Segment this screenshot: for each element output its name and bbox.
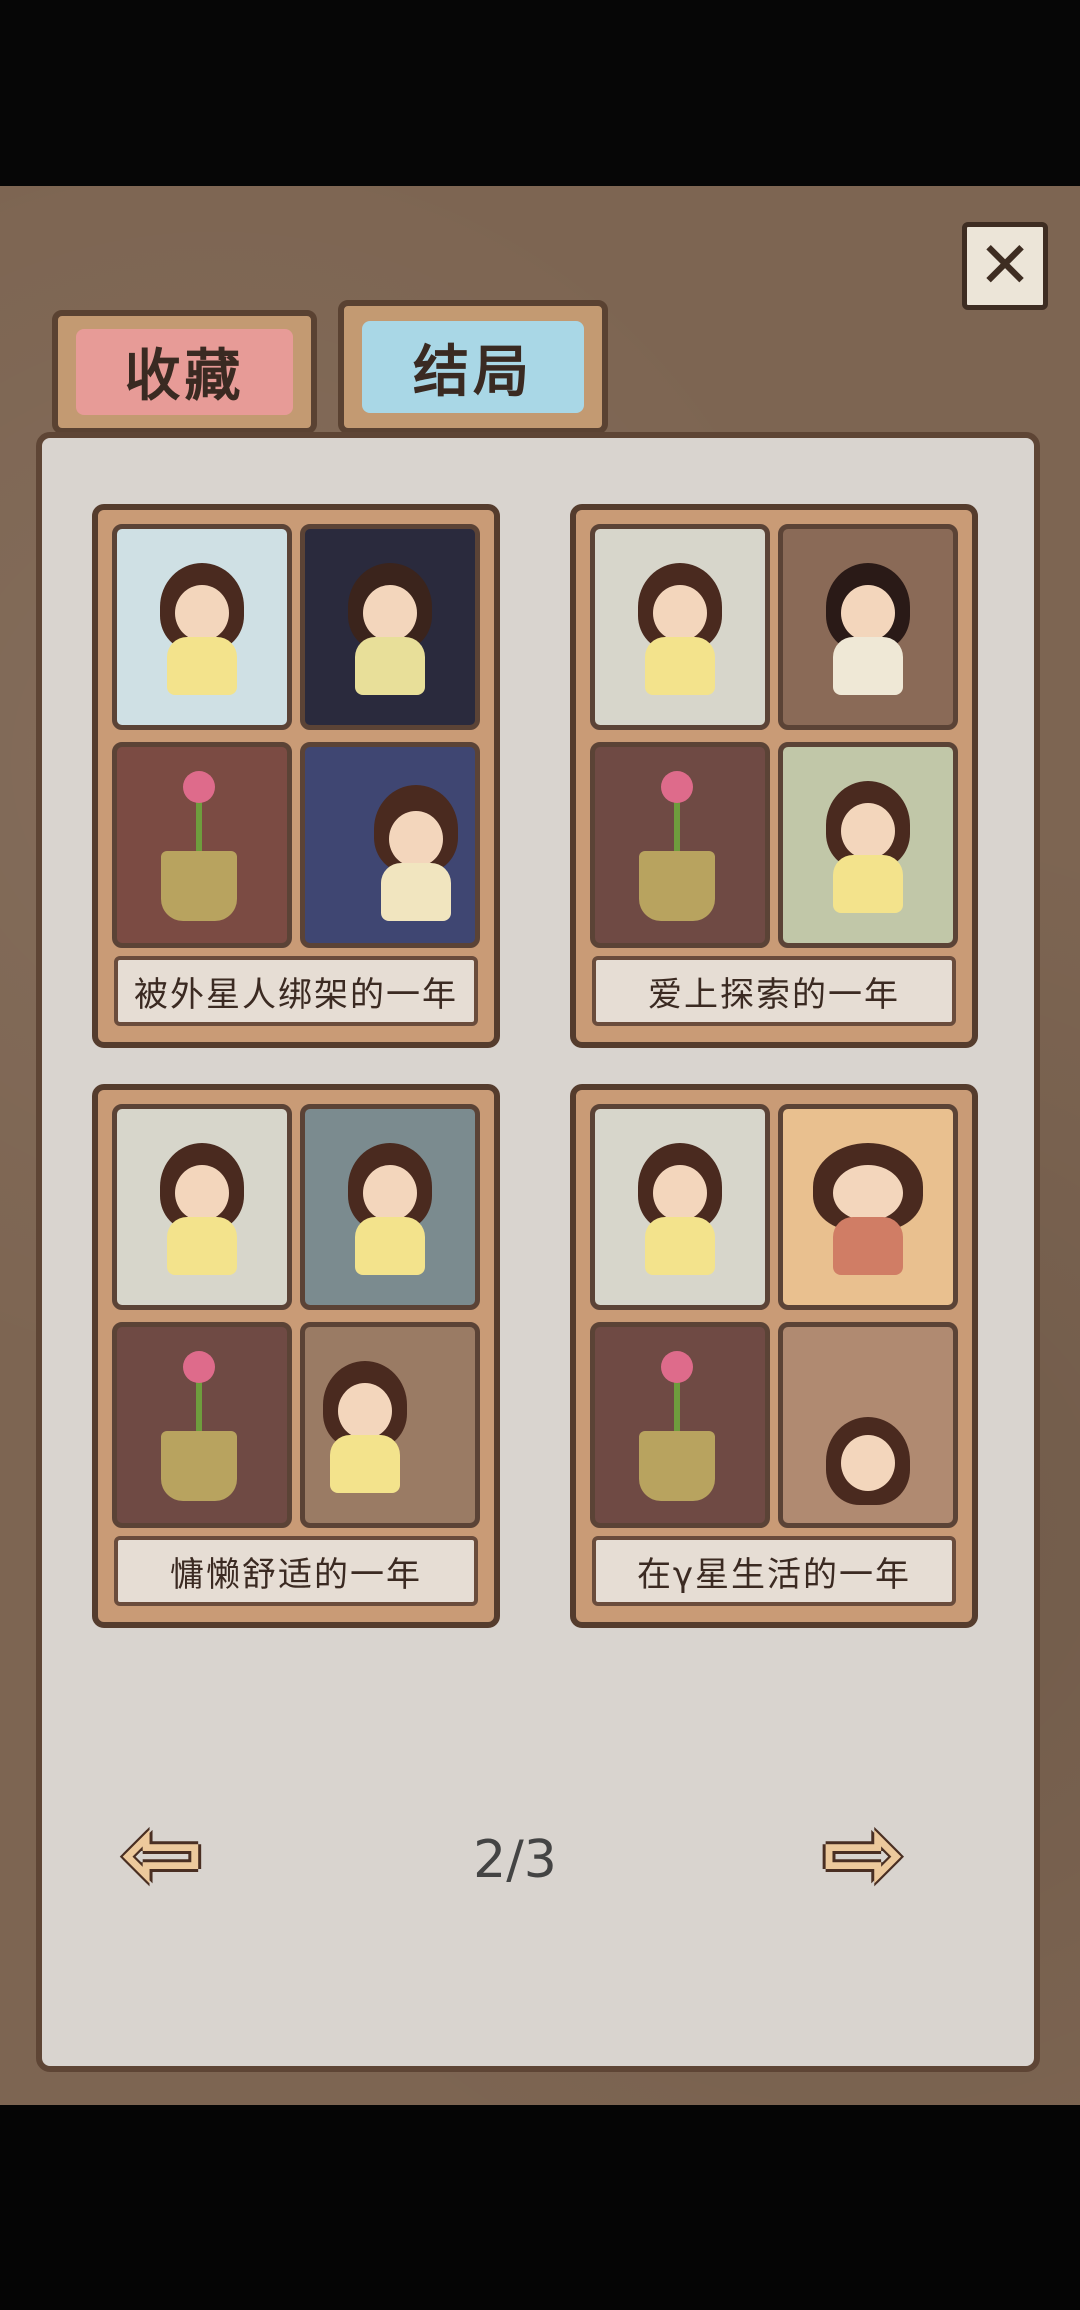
close-button[interactable]: ✕ xyxy=(962,222,1048,310)
tab-ending-label: 结局 xyxy=(413,339,533,405)
ending-thumbnail xyxy=(112,524,292,730)
ending-thumbnail xyxy=(300,742,480,948)
next-page-button[interactable]: ⇨ xyxy=(816,1804,912,1904)
ending-caption: 爱上探索的一年 xyxy=(592,956,956,1026)
ending-thumbnail xyxy=(778,1322,958,1528)
ending-thumbnail xyxy=(590,524,770,730)
tab-collection-label: 收藏 xyxy=(124,344,245,410)
ending-thumbnail xyxy=(778,742,958,948)
ending-thumbnail xyxy=(590,1104,770,1310)
ending-caption: 在γ星生活的一年 xyxy=(592,1536,956,1606)
ending-thumbnail xyxy=(300,1104,480,1310)
ending-caption: 被外星人绑架的一年 xyxy=(114,956,478,1026)
ending-thumbnail xyxy=(112,1104,292,1310)
ending-caption: 慵懒舒适的一年 xyxy=(114,1536,478,1606)
page-indicator: 2/3 xyxy=(473,1830,557,1890)
prev-page-button[interactable]: ⇦ xyxy=(114,1804,210,1904)
ending-thumbnail xyxy=(300,524,480,730)
ending-card[interactable]: 被外星人绑架的一年 xyxy=(92,504,500,1048)
ending-thumbnail xyxy=(778,524,958,730)
ending-thumbnail xyxy=(300,1322,480,1528)
ending-thumbnail xyxy=(112,742,292,948)
tab-collection[interactable]: 收藏 xyxy=(52,310,317,434)
ending-card[interactable]: 爱上探索的一年 xyxy=(570,504,978,1048)
close-icon: ✕ xyxy=(978,229,1032,303)
bottom-bar xyxy=(0,2105,1080,2310)
right-arrow-icon: ⇨ xyxy=(822,1795,906,1912)
ending-thumbnail xyxy=(778,1104,958,1310)
ending-thumbnail xyxy=(112,1322,292,1528)
ending-thumbnail xyxy=(590,1322,770,1528)
ending-thumbnail xyxy=(590,742,770,948)
left-arrow-icon: ⇦ xyxy=(120,1795,204,1912)
ending-card[interactable]: 在γ星生活的一年 xyxy=(570,1084,978,1628)
top-bar xyxy=(0,0,1080,186)
ending-card[interactable]: 慵懒舒适的一年 xyxy=(92,1084,500,1628)
tab-ending[interactable]: 结局 xyxy=(338,300,608,434)
